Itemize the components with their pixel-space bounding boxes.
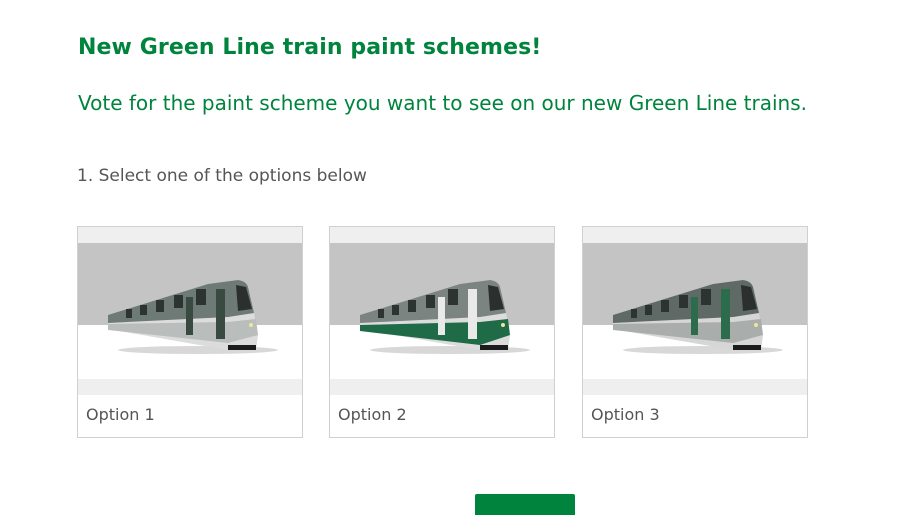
option-card-2[interactable]: Option 2 [329,226,555,438]
option-list: Option 1 Option 2 Option 3 [77,226,817,438]
survey-title: New Green Line train paint schemes! [78,35,542,60]
option-label[interactable]: Option 2 [338,405,407,424]
option-label[interactable]: Option 1 [86,405,155,424]
train-option-1-image[interactable] [78,227,302,395]
train-option-2-image[interactable] [330,227,554,395]
survey-page: New Green Line train paint schemes! Vote… [0,0,912,515]
question-title: 1. Select one of the options below [77,166,367,186]
train-icon [78,243,302,379]
train-icon [330,243,554,379]
next-button[interactable] [475,494,575,515]
train-option-3-image[interactable] [583,227,807,395]
train-icon [583,243,807,379]
option-card-3[interactable]: Option 3 [582,226,808,438]
option-card-1[interactable]: Option 1 [77,226,303,438]
survey-subtitle: Vote for the paint scheme you want to se… [78,91,807,115]
option-label[interactable]: Option 3 [591,405,660,424]
